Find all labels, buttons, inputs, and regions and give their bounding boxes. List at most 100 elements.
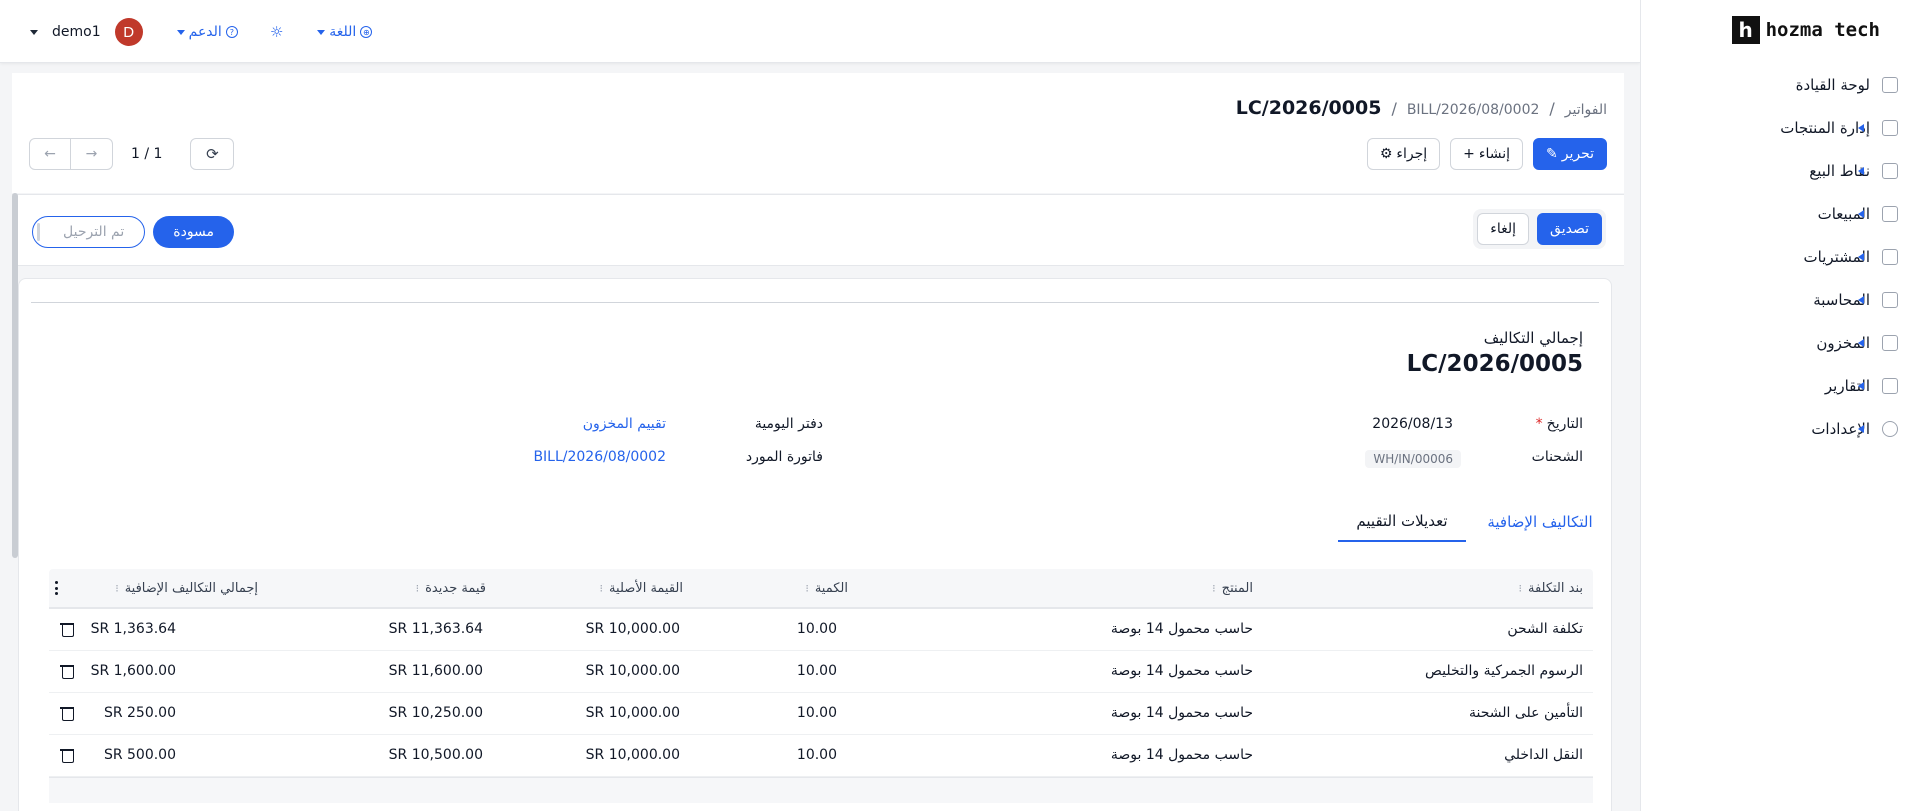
pager: ← → 1 / 1 ⟳ bbox=[29, 138, 235, 170]
cell-total-additional: SR 250.00 bbox=[103, 705, 176, 721]
sidebar-item-sales[interactable]: المبيعات bbox=[1640, 192, 1920, 235]
sort-icon: ⁝ bbox=[599, 582, 604, 595]
shipments-label: الشحنات bbox=[1531, 449, 1583, 465]
brand-logo[interactable]: h hozma tech bbox=[1731, 16, 1880, 44]
avatar[interactable]: D bbox=[114, 18, 143, 46]
validate-button[interactable]: تصديق bbox=[1537, 213, 1602, 245]
cell-cost-line: تكلفة الشحن bbox=[1507, 621, 1583, 637]
sidebar-item-dashboard[interactable]: لوحة القيادة bbox=[1640, 63, 1920, 106]
column-cost-line[interactable]: بند التكلفة ⁝ bbox=[1518, 581, 1583, 596]
cell-quantity: 10.00 bbox=[796, 621, 837, 637]
vendor-bill-label: فاتورة المورد bbox=[745, 449, 823, 465]
table-row[interactable]: تكلفة الشحن حاسب محمول 14 بوصة 10.00 SR … bbox=[49, 609, 1593, 651]
sun-icon[interactable]: ☼ bbox=[270, 23, 283, 41]
shipment-tag[interactable]: WH/IN/00006 bbox=[1365, 450, 1461, 468]
logo-mark-icon: h bbox=[1731, 16, 1760, 44]
trash-icon[interactable] bbox=[60, 706, 74, 721]
username[interactable]: demo1 bbox=[52, 24, 101, 40]
breadcrumb-bill[interactable]: BILL/2026/08/0002 bbox=[1407, 102, 1540, 118]
user-menu-chevron-down-icon[interactable] bbox=[30, 29, 38, 35]
table-row[interactable]: التأمين على الشحنة حاسب محمول 14 بوصة 10… bbox=[49, 693, 1593, 735]
page-title: LC/2026/0005 bbox=[1235, 97, 1382, 119]
support-label: الدعم bbox=[188, 24, 222, 40]
cell-product: حاسب محمول 14 بوصة bbox=[1110, 705, 1253, 721]
edit-button[interactable]: تحرير ✎ bbox=[1532, 138, 1607, 170]
cell-cost-line: النقل الداخلي bbox=[1504, 747, 1583, 763]
box-icon bbox=[1882, 334, 1898, 351]
chevron-down-icon bbox=[176, 29, 185, 35]
sidebar-item-reports[interactable]: التقارير bbox=[1640, 364, 1920, 407]
table-row[interactable]: النقل الداخلي حاسب محمول 14 بوصة 10.00 S… bbox=[49, 735, 1593, 777]
refresh-button[interactable]: ⟳ bbox=[190, 138, 235, 170]
sidebar-item-purchases[interactable]: المشتريات bbox=[1640, 235, 1920, 278]
support-menu[interactable]: الدعم ? bbox=[176, 24, 238, 40]
wallet-icon bbox=[1882, 248, 1898, 265]
trash-icon[interactable] bbox=[60, 664, 74, 679]
trash-icon[interactable] bbox=[60, 622, 74, 637]
help-circle-icon: ? bbox=[225, 26, 238, 38]
gear-icon bbox=[1882, 420, 1898, 437]
cell-original-value: SR 10,000.00 bbox=[585, 621, 680, 637]
pager-count[interactable]: 1 / 1 bbox=[131, 146, 162, 162]
column-total-additional-costs[interactable]: إجمالي التكاليف الإضافية ⁝ bbox=[115, 581, 258, 596]
column-options-kebab-icon[interactable] bbox=[54, 581, 58, 595]
cancel-button[interactable]: إلغاء bbox=[1477, 213, 1530, 245]
column-original-value[interactable]: القيمة الأصلية ⁝ bbox=[600, 581, 683, 596]
sidebar-nav: لوحة القيادة إدارة المنتجات نقاط البيع ا… bbox=[1640, 63, 1920, 450]
expand-arrow-icon bbox=[1858, 338, 1864, 347]
header-controls: demo1 D الدعم ? ☼ اللغة ⊕ bbox=[30, 18, 373, 46]
action-button[interactable]: إجراء ⚙ bbox=[1366, 138, 1441, 170]
date-field[interactable]: 2026/08/13 bbox=[1372, 416, 1453, 432]
sort-icon: ⁝ bbox=[115, 582, 119, 595]
sidebar-item-products[interactable]: إدارة المنتجات bbox=[1640, 106, 1920, 149]
divider bbox=[31, 302, 1599, 303]
sort-icon: ⁝ bbox=[1518, 582, 1522, 595]
required-marker: * bbox=[1535, 416, 1543, 432]
valuation-table: بند التكلفة ⁝ المنتج ⁝ الكمية ⁝ القيمة الأص… bbox=[49, 569, 1593, 803]
top-header: demo1 D الدعم ? ☼ اللغة ⊕ bbox=[0, 0, 1640, 63]
sidebar-item-accounting[interactable]: المحاسبة bbox=[1640, 278, 1920, 321]
breadcrumb-root[interactable]: الفواتير bbox=[1565, 102, 1607, 118]
column-product[interactable]: المنتج ⁝ bbox=[1212, 581, 1253, 596]
sort-icon: ⁝ bbox=[415, 582, 420, 595]
trash-icon[interactable] bbox=[60, 748, 74, 763]
tab-valuation-adjustments[interactable]: تعديلات التقييم bbox=[1338, 502, 1466, 542]
arrow-left-icon: ← bbox=[44, 146, 56, 162]
main-content: الفواتير / BILL/2026/08/0002 / LC/2026/0… bbox=[12, 63, 1624, 811]
breadcrumb: الفواتير / BILL/2026/08/0002 / LC/2026/0… bbox=[1236, 97, 1607, 119]
table-header: بند التكلفة ⁝ المنتج ⁝ الكمية ⁝ القيمة الأص… bbox=[49, 569, 1593, 609]
plus-icon: + bbox=[1463, 146, 1475, 162]
table-footer bbox=[49, 777, 1593, 803]
create-button[interactable]: إنشاء + bbox=[1450, 138, 1523, 170]
table-row[interactable]: الرسوم الجمركية والتخليص حاسب محمول 14 ب… bbox=[49, 651, 1593, 693]
status-actions: تصديق إلغاء bbox=[1473, 209, 1606, 249]
expand-arrow-icon bbox=[1858, 209, 1864, 218]
status-step-draft[interactable]: مسودة bbox=[153, 216, 235, 248]
toolbar-actions: تحرير ✎ إنشاء + إجراء ⚙ bbox=[1366, 138, 1607, 170]
cell-product: حاسب محمول 14 بوصة bbox=[1110, 621, 1253, 637]
previous-record-button[interactable]: ← bbox=[29, 138, 71, 170]
cell-original-value: SR 10,000.00 bbox=[585, 663, 680, 679]
cell-total-additional: SR 500.00 bbox=[103, 747, 176, 763]
tab-additional-costs[interactable]: التكاليف الإضافية bbox=[1475, 502, 1605, 542]
language-label: اللغة bbox=[329, 24, 357, 40]
next-record-button[interactable]: → bbox=[71, 138, 113, 170]
journal-link[interactable]: تقييم المخزون bbox=[583, 416, 666, 432]
vendor-bill-link[interactable]: BILL/2026/08/0002 bbox=[533, 449, 666, 465]
breadcrumb-separator: / bbox=[1549, 99, 1555, 118]
status-step-posted[interactable]: تم الترحيل bbox=[32, 216, 146, 248]
brand-name: hozma tech bbox=[1765, 19, 1880, 41]
cell-product: حاسب محمول 14 بوصة bbox=[1110, 747, 1253, 763]
action-label: إجراء bbox=[1396, 146, 1428, 162]
store-icon bbox=[1882, 162, 1898, 179]
cell-quantity: 10.00 bbox=[796, 663, 837, 679]
expand-arrow-icon bbox=[1858, 381, 1864, 390]
column-new-value[interactable]: قيمة جديدة ⁝ bbox=[416, 581, 486, 596]
sidebar-item-inventory[interactable]: المخزون bbox=[1640, 321, 1920, 364]
notebook-tabs: التكاليف الإضافية تعديلات التقييم bbox=[17, 502, 1611, 542]
column-quantity[interactable]: الكمية ⁝ bbox=[805, 581, 848, 596]
language-menu[interactable]: اللغة ⊕ bbox=[317, 24, 373, 40]
sidebar-item-pos[interactable]: نقاط البيع bbox=[1640, 149, 1920, 192]
sidebar-item-settings[interactable]: الإعدادات bbox=[1640, 407, 1920, 450]
cell-new-value: SR 10,500.00 bbox=[388, 747, 483, 763]
